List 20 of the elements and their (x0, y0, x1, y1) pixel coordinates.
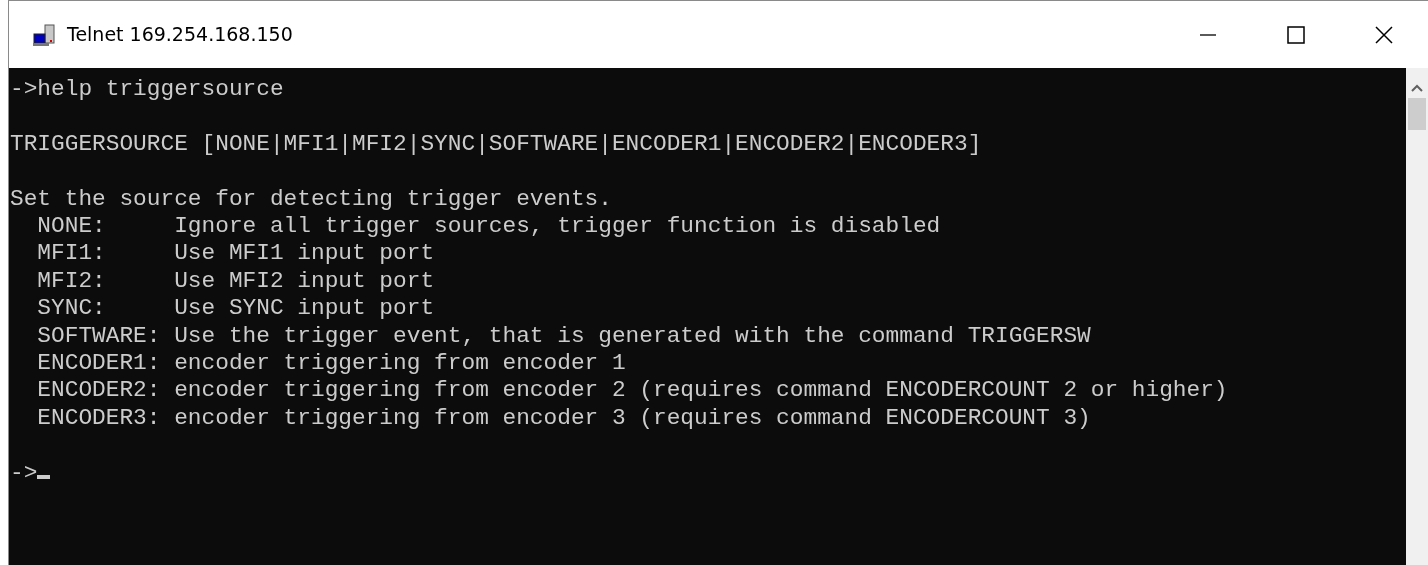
window-title: Telnet 169.254.168.150 (67, 22, 293, 48)
terminal-line: NONE: Ignore all trigger sources, trigger function is disabled (36, 213, 941, 241)
scrollbar[interactable] (1406, 68, 1428, 565)
terminal-line: Set the source for detecting trigger events. (10, 185, 612, 213)
terminal-line: MFI2: Use MFI2 input port (36, 267, 435, 296)
close-icon (1374, 24, 1394, 45)
terminal-line: ENCODER3: encoder triggering from encoder 3 (requires command ENCODERCOUNT 3) (36, 404, 1091, 433)
scrollbar-thumb[interactable] (1408, 98, 1426, 130)
terminal-line: MFI1: Use MFI1 input port (36, 240, 435, 268)
terminal-line: ->help triggersource (10, 76, 284, 104)
terminal-line: TRIGGERSOURCE [NONE|MFI1|MFI2|SYNC|SOFTWARE|ENCODER1|ENCODER2|ENCODER3] (10, 130, 982, 159)
terminal-line: -> (10, 459, 38, 488)
terminal-line: SYNC: Use SYNC input port (36, 295, 435, 323)
terminal-line: SOFTWARE: Use the trigger event, that is generated with the command TRIGGERSW (36, 322, 1091, 351)
minimize-icon (1200, 33, 1216, 36)
scroll-up-icon[interactable] (1411, 84, 1423, 92)
computer-icon (33, 23, 57, 46)
maximize-icon (1286, 24, 1306, 45)
terminal-line: ENCODER2: encoder triggering from encoder 2 (requires command ENCODERCOUNT 2 or higher) (36, 377, 1228, 405)
terminal-line: ENCODER1: encoder triggering from encoder 1 (36, 350, 626, 378)
